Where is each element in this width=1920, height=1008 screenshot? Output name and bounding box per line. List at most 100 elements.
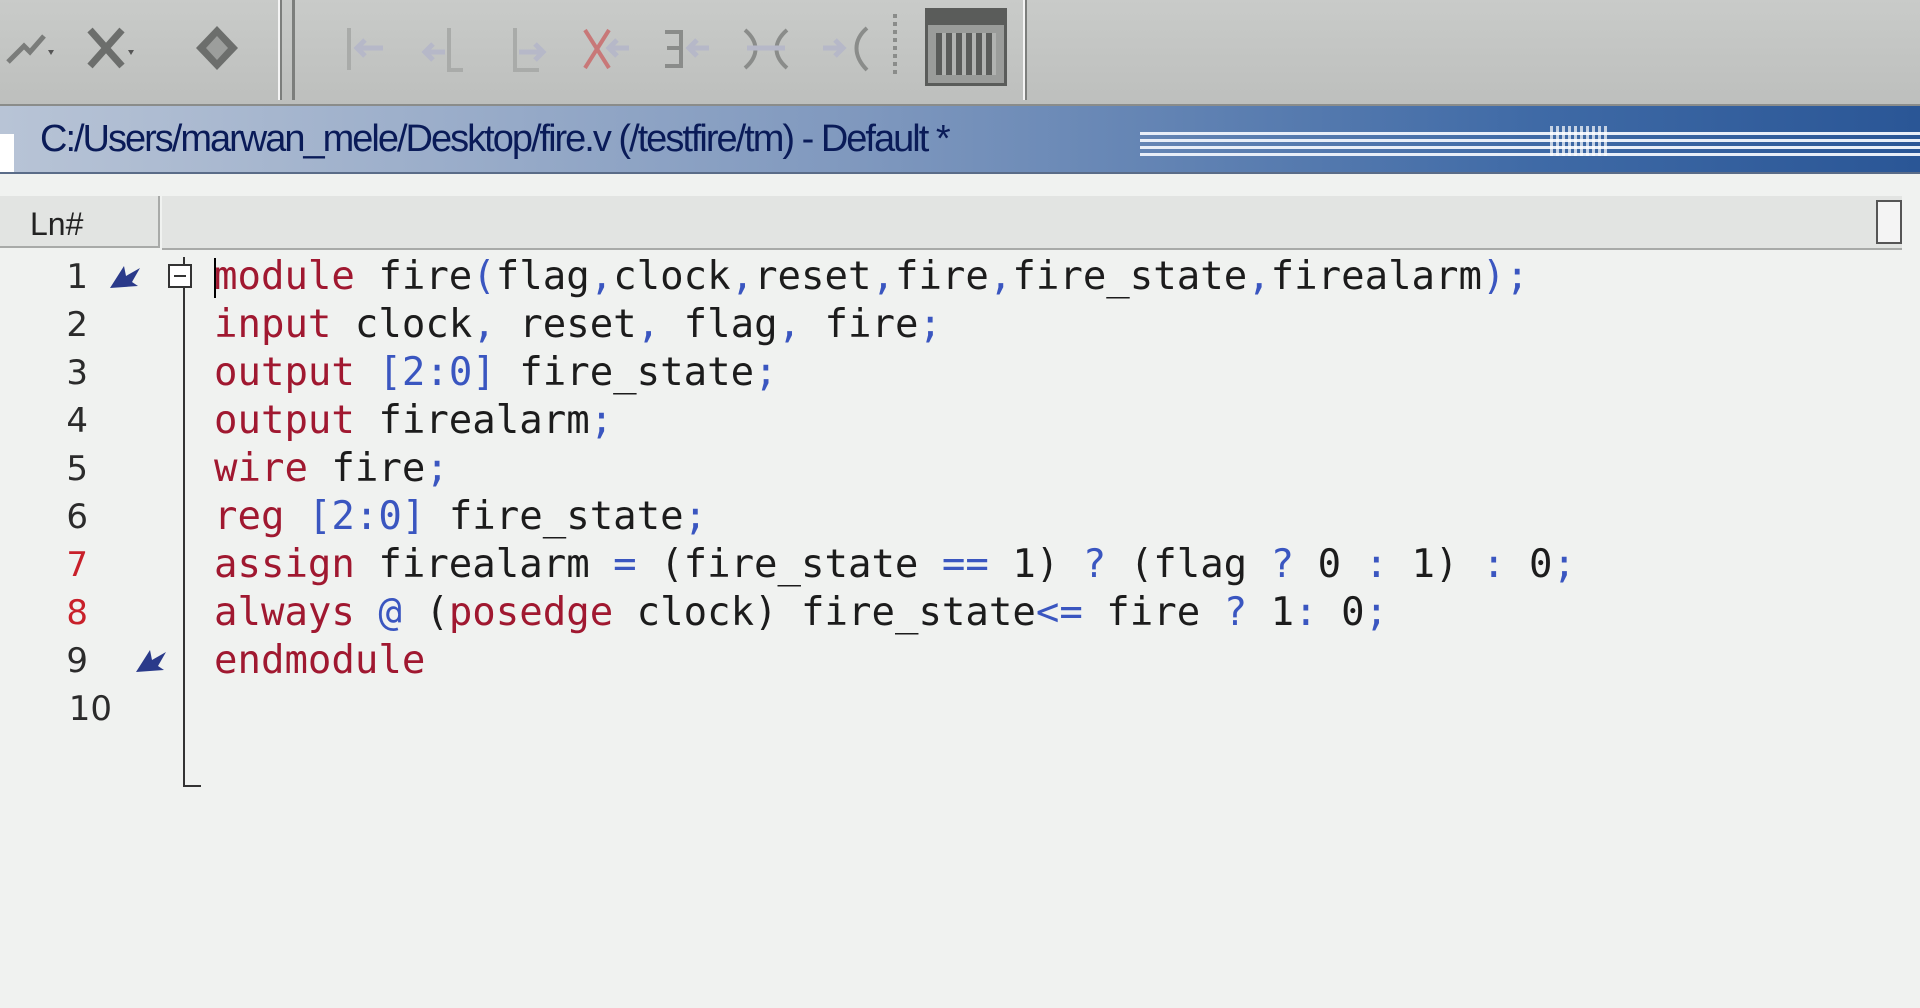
- bookmark-icon[interactable]: [108, 262, 144, 292]
- keyword-token: input: [214, 302, 332, 347]
- source-editor[interactable]: Ln# 1 module fire(flag,clock,reset,fire,f…: [0, 174, 1920, 1008]
- delete-dropdown-icon[interactable]: [78, 14, 140, 84]
- code-text[interactable]: endmodule: [214, 638, 425, 684]
- operator-token: ?: [1270, 542, 1295, 587]
- code-token: clock: [613, 254, 731, 299]
- operator-token: ==: [941, 542, 989, 587]
- operator-token: :: [1482, 542, 1506, 587]
- operator-token: =: [613, 542, 637, 587]
- wave-toolbar-group: [0, 0, 282, 100]
- code-line[interactable]: 4 output firealarm;: [0, 398, 1900, 444]
- fold-toggle-icon[interactable]: [168, 264, 192, 288]
- code-line[interactable]: 2 input clock, reset, flag, fire;: [0, 302, 1900, 348]
- code-line[interactable]: 3 output [2:0] fire_state;: [0, 350, 1900, 396]
- code-token: fire: [801, 302, 919, 347]
- code-line[interactable]: 10: [0, 686, 1900, 732]
- operator-token: [2:0]: [307, 494, 426, 539]
- operator-token: ,: [636, 302, 661, 347]
- title-grip[interactable]: [1140, 132, 1920, 156]
- keyword-token: assign: [214, 542, 355, 587]
- line-number: 8: [66, 593, 88, 633]
- cursor-toolbar-group: [292, 0, 1027, 100]
- goto-next-icon[interactable]: [495, 14, 557, 84]
- operator-token: ;: [425, 446, 449, 491]
- code-token: fire: [354, 254, 473, 299]
- code-token: fire: [307, 446, 426, 491]
- expand-icon[interactable]: [815, 14, 877, 84]
- code-text[interactable]: module fire(flag,clock,reset,fire,fire_s…: [214, 254, 1529, 300]
- find-prev-edge-icon[interactable]: [655, 14, 717, 84]
- operator-token: ;: [683, 494, 708, 539]
- code-token: (: [401, 590, 449, 635]
- code-token: fire: [894, 254, 989, 299]
- goto-last-icon[interactable]: [575, 14, 637, 84]
- zoom-icon[interactable]: [186, 14, 248, 84]
- code-line[interactable]: 6 reg [2:0] fire_state;: [0, 494, 1900, 540]
- fold-guide-end: [183, 785, 201, 787]
- code-token: flag: [495, 254, 590, 299]
- code-text[interactable]: output [2:0] fire_state;: [214, 350, 778, 396]
- line-number: 1: [66, 257, 88, 297]
- line-number: 6: [66, 497, 88, 537]
- code-token: reset: [754, 254, 872, 299]
- code-text[interactable]: assign firealarm = (fire_state == 1) ? (…: [214, 542, 1576, 588]
- wave-dropdown-icon[interactable]: [0, 14, 62, 84]
- operator-token: ,: [777, 302, 802, 347]
- editor-header: [162, 196, 1902, 250]
- goto-prev-icon[interactable]: [415, 14, 477, 84]
- operator-token: :: [1294, 590, 1318, 635]
- window-title-bar[interactable]: C:/Users/marwan_mele/Desktop/fire.v (/te…: [0, 106, 1920, 174]
- calculator-icon[interactable]: [925, 8, 1007, 86]
- operator-token: @: [378, 590, 402, 635]
- code-line[interactable]: 9 endmodule: [0, 638, 1900, 684]
- bookmark-icon[interactable]: [134, 646, 170, 676]
- code-text[interactable]: output firealarm;: [214, 398, 613, 444]
- code-text[interactable]: reg [2:0] fire_state;: [214, 494, 707, 540]
- find-next-edge-icon[interactable]: [735, 14, 797, 84]
- code-token: firealarm: [1270, 254, 1482, 299]
- keyword-token: endmodule: [214, 638, 426, 683]
- code-line[interactable]: 8 always @ (posedge clock) fire_state<= f…: [0, 590, 1900, 636]
- code-text[interactable]: input clock, reset, flag, fire;: [214, 302, 942, 348]
- operator-token: ,: [472, 302, 496, 347]
- code-token: 0: [1505, 542, 1553, 587]
- keyword-token: output: [214, 398, 355, 443]
- title-grip-dots: [1550, 126, 1610, 156]
- code-token: reset: [495, 302, 637, 347]
- line-number: 2: [66, 305, 88, 345]
- operator-token: <=: [1035, 590, 1083, 635]
- line-number-header: Ln#: [0, 196, 160, 248]
- operator-token: ;: [1552, 542, 1576, 587]
- goto-first-icon[interactable]: [335, 14, 397, 84]
- operator-token: ;: [754, 350, 778, 395]
- keyword-token: always: [214, 590, 355, 635]
- code-line[interactable]: 5 wire fire;: [0, 446, 1900, 492]
- operator-token: );: [1482, 254, 1529, 299]
- operator-token: ,: [871, 254, 895, 299]
- operator-token: (: [472, 254, 496, 299]
- code-text[interactable]: wire fire;: [214, 446, 449, 492]
- code-line[interactable]: 1 module fire(flag,clock,reset,fire,fire_…: [0, 254, 1900, 300]
- code-token: firealarm: [354, 398, 590, 443]
- operator-token: ,: [1247, 254, 1271, 299]
- keyword-token: posedge: [448, 590, 614, 635]
- code-token: 1: [1247, 590, 1295, 635]
- line-number: 5: [66, 449, 88, 489]
- keyword-token: output: [214, 350, 355, 395]
- toolbar: [0, 0, 1920, 106]
- header-scroll-button[interactable]: [1876, 200, 1902, 244]
- code-text[interactable]: always @ (posedge clock) fire_state<= fi…: [214, 590, 1388, 636]
- operator-token: ;: [918, 302, 942, 347]
- code-line[interactable]: 7 assign firealarm = (fire_state == 1) ? …: [0, 542, 1900, 588]
- title-handle[interactable]: [0, 134, 14, 172]
- code-token: clock) fire_state: [613, 590, 1036, 635]
- code-token: flag: [660, 302, 778, 347]
- keyword-token: module: [214, 254, 355, 299]
- line-number: 4: [66, 401, 88, 441]
- line-number: 9: [66, 641, 88, 681]
- code-token: (flag: [1106, 542, 1271, 587]
- code-token: fire_state: [1012, 254, 1248, 299]
- code-token: clock: [331, 302, 473, 347]
